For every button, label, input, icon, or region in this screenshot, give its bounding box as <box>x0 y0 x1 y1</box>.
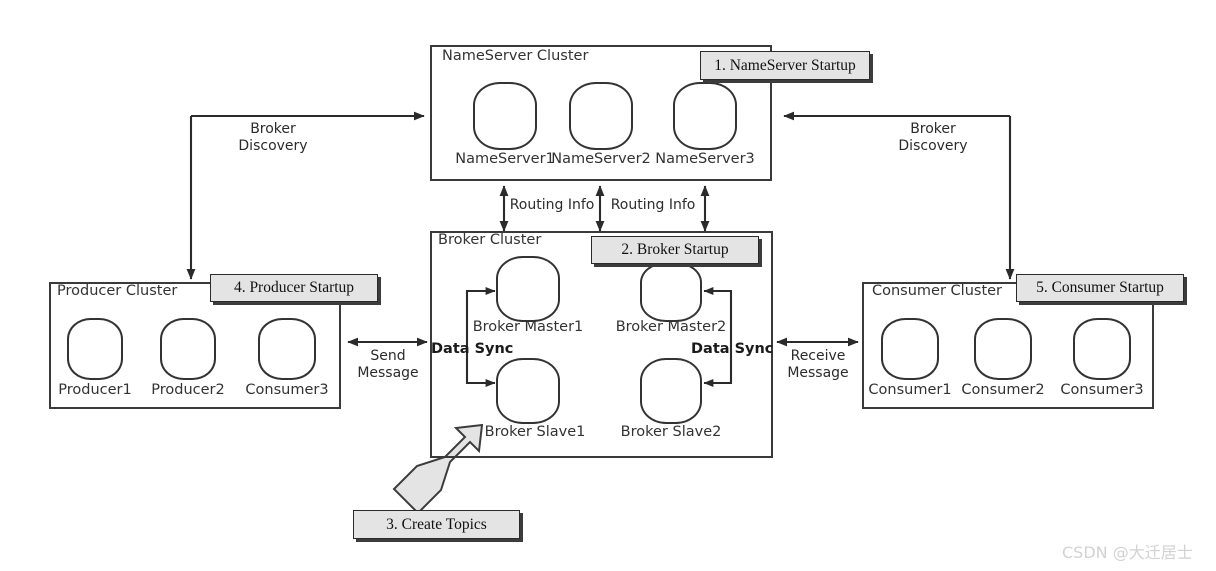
edge-label-broker-discovery-right: Broker Discovery <box>878 121 988 154</box>
node-broker-slave2-label: Broker Slave2 <box>620 424 722 440</box>
node-nameserver3-label: NameServer3 <box>655 151 755 167</box>
node-broker-slave2[interactable] <box>640 358 702 424</box>
diagram-canvas: NameServer Cluster NameServer1 NameServe… <box>0 0 1216 571</box>
edge-label-routing-info-right: Routing Info <box>610 197 696 213</box>
node-consumer3[interactable] <box>1073 318 1131 380</box>
cluster-nameserver-title: NameServer Cluster <box>442 48 589 64</box>
cluster-consumer-title: Consumer Cluster <box>872 283 1003 299</box>
edge-label-data-sync-right: Data Sync <box>691 341 774 357</box>
node-broker-master1[interactable] <box>496 256 560 322</box>
node-broker-master1-label: Broker Master1 <box>472 319 584 335</box>
node-broker-master2-label: Broker Master2 <box>615 319 727 335</box>
node-consumer3-label: Consumer3 <box>1060 382 1144 398</box>
node-nameserver2-label: NameServer2 <box>551 151 651 167</box>
node-producer-consumer3-label: Consumer3 <box>245 382 329 398</box>
node-nameserver1[interactable] <box>473 82 537 150</box>
step-1-nameserver-startup[interactable]: 1. NameServer Startup <box>700 51 870 80</box>
edge-label-routing-info-left: Routing Info <box>509 197 595 213</box>
node-producer2[interactable] <box>160 318 216 380</box>
cluster-producer-title: Producer Cluster <box>57 283 178 299</box>
step-3-create-topics[interactable]: 3. Create Topics <box>353 510 520 539</box>
node-producer-consumer3[interactable] <box>258 318 316 380</box>
step-2-broker-startup[interactable]: 2. Broker Startup <box>591 236 759 264</box>
node-consumer2-label: Consumer2 <box>961 382 1045 398</box>
broker-discovery-right-line2: Discovery <box>898 137 968 154</box>
node-consumer1[interactable] <box>881 318 939 380</box>
node-producer1-label: Producer1 <box>58 382 132 398</box>
send-message-line2: Message <box>357 364 419 381</box>
node-broker-slave1[interactable] <box>496 358 560 424</box>
watermark: CSDN @大迁居士 <box>1062 543 1193 562</box>
broker-discovery-left-line2: Discovery <box>238 137 308 154</box>
send-message-line1: Send <box>370 348 406 364</box>
receive-message-line2: Message <box>787 364 849 381</box>
broker-discovery-right-line1: Broker <box>910 121 956 137</box>
node-consumer1-label: Consumer1 <box>868 382 952 398</box>
node-producer1[interactable] <box>67 318 123 380</box>
step-5-consumer-startup[interactable]: 5. Consumer Startup <box>1016 274 1184 302</box>
broker-discovery-left-line1: Broker <box>250 121 296 137</box>
node-broker-slave1-label: Broker Slave1 <box>484 424 586 440</box>
node-broker-master2[interactable] <box>640 262 702 322</box>
step-4-producer-startup[interactable]: 4. Producer Startup <box>210 274 378 302</box>
edge-label-send-message: Send Message <box>343 348 433 381</box>
edge-label-broker-discovery-left: Broker Discovery <box>218 121 328 154</box>
edge-label-data-sync-left: Data Sync <box>431 341 514 357</box>
cluster-broker-title: Broker Cluster <box>438 232 542 248</box>
node-consumer2[interactable] <box>974 318 1032 380</box>
node-nameserver3[interactable] <box>673 82 737 150</box>
node-nameserver2[interactable] <box>569 82 633 150</box>
node-producer2-label: Producer2 <box>151 382 225 398</box>
